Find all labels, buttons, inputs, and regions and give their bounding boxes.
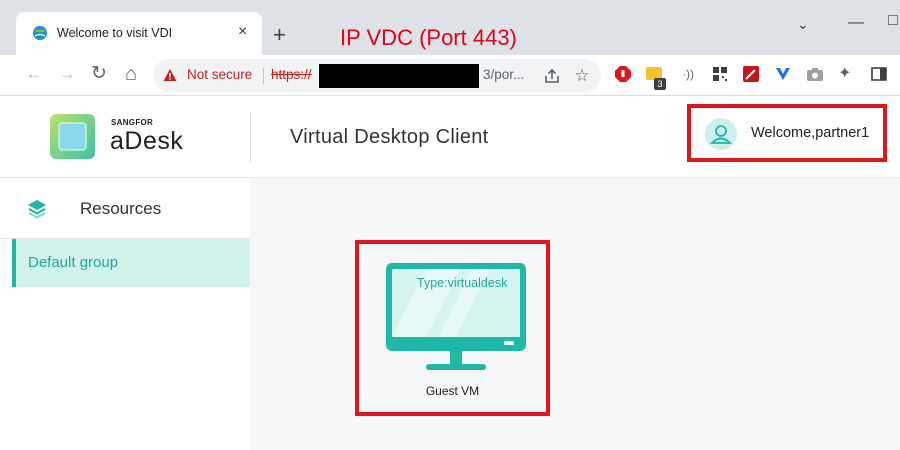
user-icon: [709, 125, 733, 144]
header-separator: [250, 112, 251, 162]
vm-name: Guest VM: [425, 384, 480, 398]
security-status[interactable]: Not secure: [187, 67, 252, 82]
tab-close-button[interactable]: ×: [238, 24, 247, 40]
browser-toolbar: ← → ↻ ⌂ Not secure https:// 3/por... ☆ 3…: [0, 55, 900, 95]
sidebar-resources-header[interactable]: Resources: [0, 178, 250, 239]
adesk-logo-icon: [50, 114, 95, 159]
address-bar[interactable]: Not secure https:// 3/por... ☆: [153, 59, 601, 92]
vm-card[interactable]: Type:virtualdesk Guest VM: [355, 240, 550, 416]
sidebar: Resources Default group: [0, 178, 250, 450]
camera-icon[interactable]: [806, 65, 824, 83]
home-button[interactable]: ⌂: [119, 62, 143, 86]
url-scheme: https://: [271, 67, 312, 82]
avatar[interactable]: [705, 118, 737, 150]
resources-label: Resources: [80, 199, 162, 218]
extensions-puzzle-icon[interactable]: ✦: [838, 65, 856, 83]
layers-icon: [28, 200, 46, 219]
share-icon[interactable]: [543, 67, 561, 85]
brand-name: aDesk: [110, 127, 184, 155]
notes-extension-icon[interactable]: 3: [646, 65, 666, 90]
vpn-extension-icon[interactable]: [774, 65, 792, 83]
user-menu[interactable]: Welcome,partner1: [687, 104, 887, 162]
tab-search-chevron-icon[interactable]: ⌄: [797, 16, 809, 33]
warning-icon: [163, 69, 177, 81]
url-text: 3/por...: [483, 67, 525, 82]
browser-tab[interactable]: Welcome to visit VDI ×: [16, 12, 262, 55]
annotation-title: IP VDC (Port 443): [340, 25, 517, 50]
tab-title: Welcome to visit VDI: [57, 26, 173, 40]
qr-code-icon[interactable]: [711, 65, 729, 83]
brand-vendor: SANGFOR: [111, 118, 154, 127]
star-icon[interactable]: ☆: [573, 67, 591, 85]
browser-tabstrip: Welcome to visit VDI × + IP VDC (Port 44…: [0, 0, 900, 55]
globe-favicon-icon: [33, 26, 47, 40]
extension-badge: 3: [654, 78, 666, 90]
wand-extension-icon[interactable]: [742, 65, 760, 83]
resource-panel: Type:virtualdesk Guest VM: [250, 178, 900, 450]
new-tab-button[interactable]: +: [273, 24, 286, 46]
cast-extension-icon[interactable]: ·)): [682, 65, 700, 83]
group-label: Default group: [28, 254, 119, 271]
url-redaction: [319, 64, 479, 88]
app-header: SANGFOR aDesk Virtual Desktop Client Wel…: [0, 96, 900, 178]
vm-type-label: Type:virtualdesk: [417, 276, 508, 290]
minimize-icon[interactable]: —: [848, 14, 864, 32]
welcome-user[interactable]: Welcome,partner1: [751, 125, 869, 141]
adblock-extension-icon[interactable]: [614, 65, 632, 83]
maximize-icon[interactable]: □: [888, 12, 898, 30]
omnibox-divider: [263, 68, 264, 84]
side-panel-icon[interactable]: [870, 65, 888, 83]
page-title: Virtual Desktop Client: [290, 126, 489, 148]
sidebar-item-default-group[interactable]: Default group: [12, 239, 250, 287]
forward-button[interactable]: →: [55, 62, 79, 86]
back-button[interactable]: ←: [22, 62, 46, 86]
reload-button[interactable]: ↻: [87, 62, 111, 86]
